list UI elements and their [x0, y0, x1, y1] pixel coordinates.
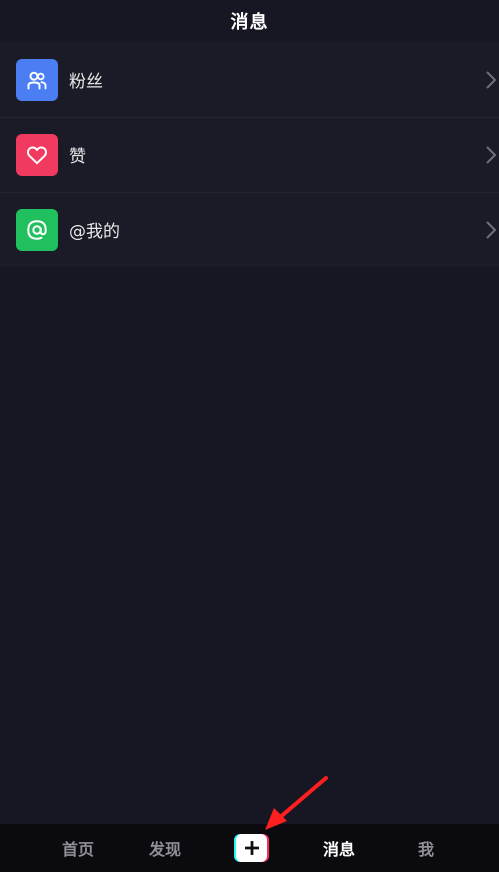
create-button[interactable]	[234, 834, 269, 862]
tab-me[interactable]: 我	[396, 824, 456, 872]
list-item-label: 粉丝	[69, 72, 103, 92]
create-button-face	[236, 834, 267, 862]
page-title: 消息	[230, 12, 269, 33]
tab-discover[interactable]: 发现	[135, 824, 195, 872]
message-category-list: 粉丝 赞 @我的	[0, 42, 499, 267]
top-bar: 消息	[0, 0, 499, 42]
at-icon	[16, 208, 58, 251]
heart-icon	[16, 133, 58, 176]
fans-icon-glyph	[27, 71, 47, 89]
list-item-likes[interactable]: 赞	[0, 117, 499, 192]
list-item-label: 赞	[69, 147, 86, 167]
chevron-right-icon	[486, 70, 497, 89]
list-item-mentions[interactable]: @我的	[0, 192, 499, 267]
at-icon-glyph	[27, 219, 47, 240]
tab-home[interactable]: 首页	[48, 824, 108, 872]
list-item-label: @我的	[69, 222, 120, 242]
tab-messages[interactable]: 消息	[309, 824, 369, 872]
bottom-tab-bar: 首页 发现 消息 我	[0, 824, 499, 872]
chevron-right-icon	[486, 145, 497, 164]
heart-icon-glyph	[26, 146, 48, 164]
list-item-fans[interactable]: 粉丝	[0, 42, 499, 117]
fans-icon	[16, 58, 58, 101]
chevron-right-icon	[486, 220, 497, 239]
plus-icon	[244, 841, 259, 855]
